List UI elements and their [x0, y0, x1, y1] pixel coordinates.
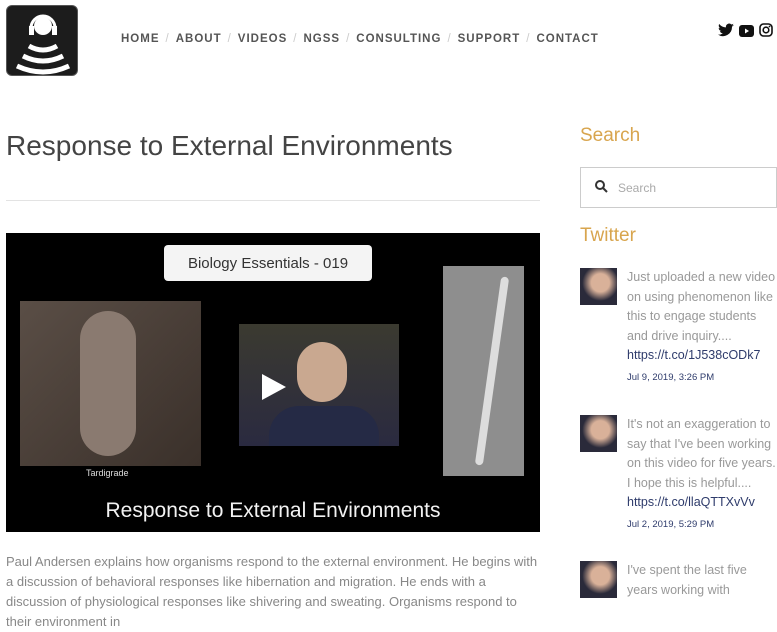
avatar[interactable]: [580, 415, 617, 452]
tweet-link[interactable]: https://t.co/1J538cODk7: [627, 348, 760, 362]
nav-separator: /: [526, 33, 531, 45]
tardigrade-caption: Tardigrade: [86, 468, 129, 478]
youtube-icon[interactable]: [739, 24, 754, 41]
play-icon[interactable]: [262, 374, 286, 400]
avatar[interactable]: [580, 268, 617, 305]
tweet-date[interactable]: Jul 2, 2019, 5:29 PM: [627, 515, 777, 535]
nav-consulting[interactable]: CONSULTING: [356, 33, 441, 45]
site-logo[interactable]: [6, 5, 78, 76]
nav-contact[interactable]: CONTACT: [536, 33, 598, 45]
video-player[interactable]: Biology Essentials - 019 Tardigrade Resp…: [6, 233, 540, 532]
nav-separator: /: [227, 33, 232, 45]
social-links: [718, 23, 773, 41]
tardigrade-image: [20, 301, 201, 466]
avatar[interactable]: [580, 561, 617, 598]
nav-separator: /: [165, 33, 170, 45]
nav-separator: /: [293, 33, 298, 45]
tweet-text: It's not an exaggeration to say that I'v…: [627, 417, 776, 490]
search-icon: [595, 179, 608, 196]
divider: [6, 200, 540, 201]
nav-ngss[interactable]: NGSS: [303, 33, 340, 45]
page-title: Response to External Environments: [6, 130, 453, 161]
tweet-link[interactable]: https://t.co/llaQTTXvVv: [627, 495, 755, 509]
nav-separator: /: [447, 33, 452, 45]
nav-support[interactable]: SUPPORT: [458, 33, 521, 45]
tweet-text: Just uploaded a new video on using pheno…: [627, 270, 776, 343]
video-title: Response to External Environments: [105, 499, 441, 522]
tweet-date[interactable]: Jul 9, 2019, 3:26 PM: [627, 368, 777, 388]
search-placeholder: Search: [618, 180, 657, 195]
instagram-icon[interactable]: [759, 23, 773, 41]
nav-about[interactable]: ABOUT: [176, 33, 222, 45]
nav-home[interactable]: HOME: [121, 33, 160, 45]
video-description: Paul Andersen explains how organisms res…: [6, 554, 538, 629]
tweet-text: I've spent the last five years working w…: [627, 563, 747, 597]
twitter-icon[interactable]: [718, 23, 734, 41]
nematode-image: [443, 266, 524, 476]
video-series-badge: Biology Essentials - 019: [164, 245, 372, 281]
main-nav: HOME / ABOUT / VIDEOS / NGSS / CONSULTING / S…: [121, 33, 599, 45]
search-input[interactable]: Search: [580, 167, 777, 208]
twitter-heading: Twitter: [580, 225, 636, 246]
search-heading: Search: [580, 125, 641, 146]
nav-videos[interactable]: VIDEOS: [238, 33, 287, 45]
nav-separator: /: [346, 33, 351, 45]
